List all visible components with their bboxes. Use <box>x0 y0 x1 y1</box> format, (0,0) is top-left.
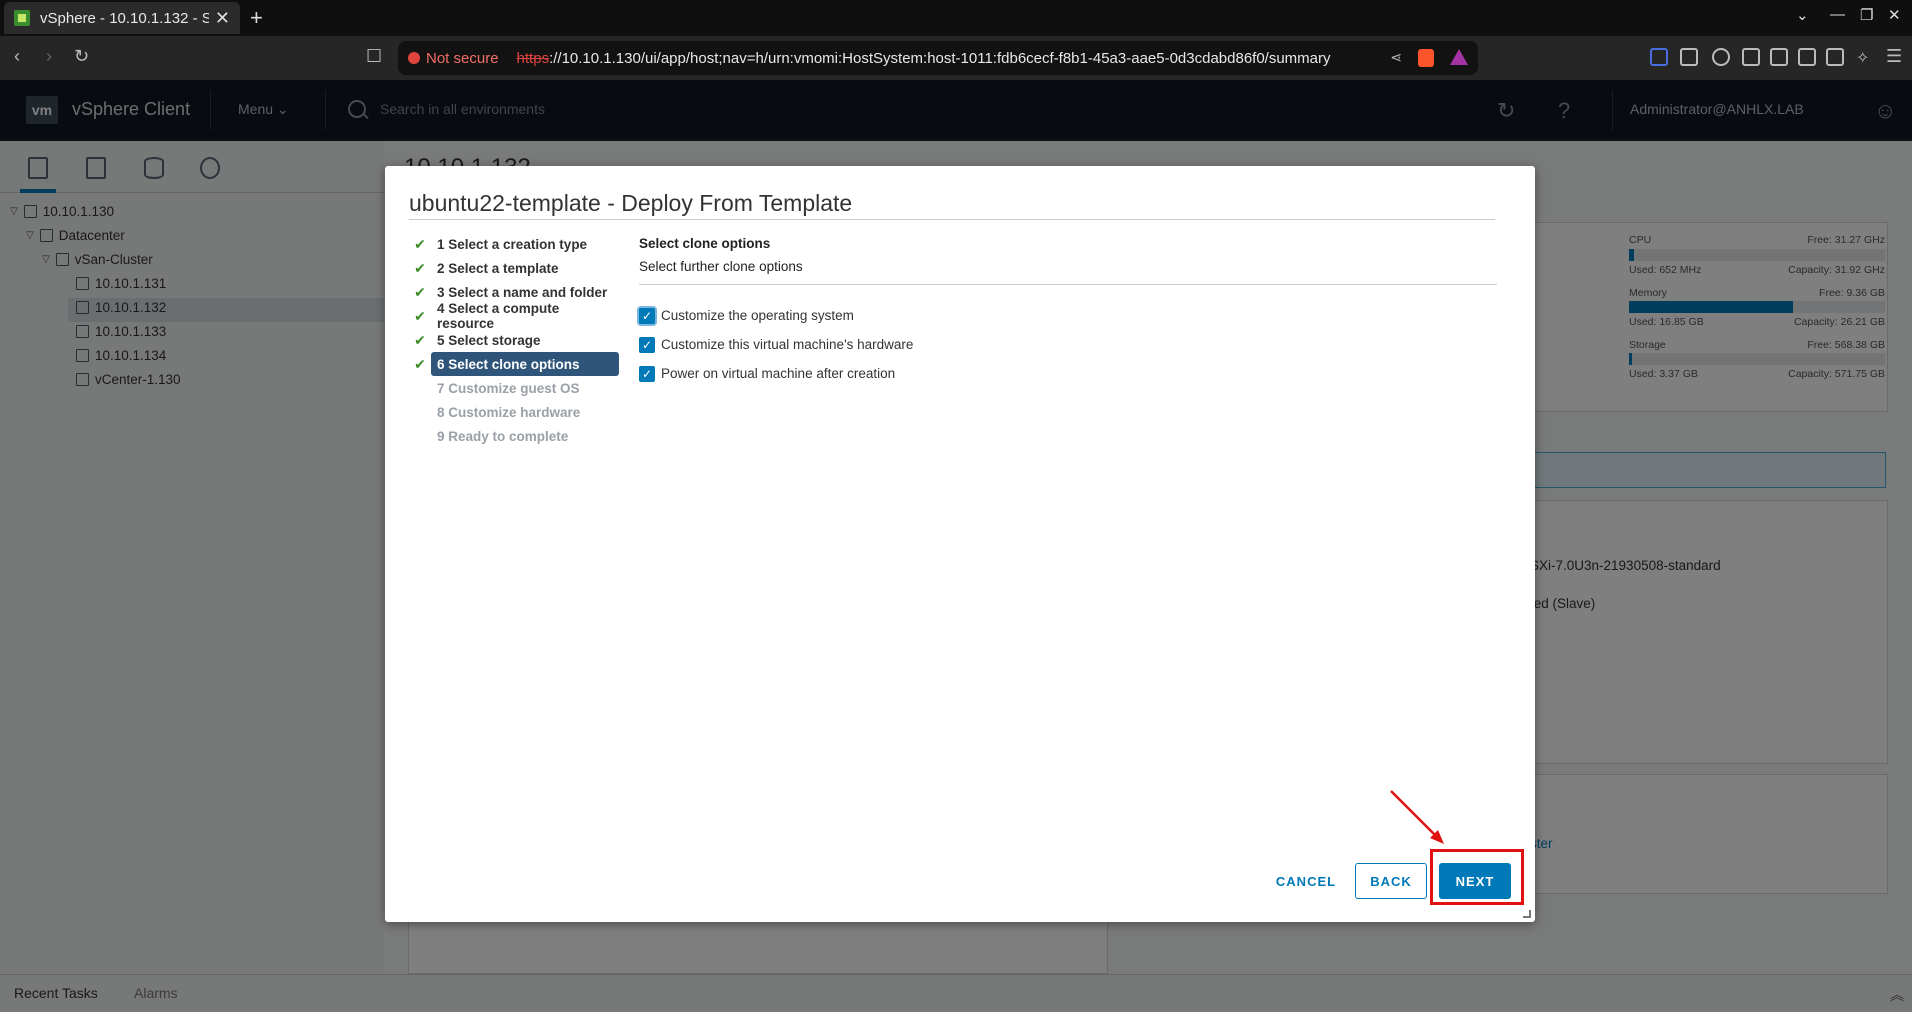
minimize-icon[interactable]: — <box>1830 6 1845 23</box>
customize-hardware-option[interactable]: ✓ Customize this virtual machine's hardwa… <box>639 330 1497 359</box>
address-bar[interactable]: Not secure https ://10.10.1.130/ui/app/h… <box>398 41 1478 75</box>
step-label: 2 Select a template <box>437 260 559 276</box>
customize-hardware-checkbox[interactable]: ✓ <box>639 336 655 353</box>
step-label: 7 Customize guest OS <box>437 380 580 396</box>
maximize-icon[interactable]: ❐ <box>1860 6 1873 24</box>
browser-navbar: ‹ › ↻ ☐ Not secure https ://10.10.1.130/… <box>0 36 1912 80</box>
option-label: Customize this virtual machine's hardwar… <box>661 337 914 352</box>
tab-title: vSphere - 10.10.1.132 - S <box>40 9 209 27</box>
share-icon[interactable]: ⋖ <box>1390 49 1402 67</box>
customize-os-checkbox[interactable]: ✓ <box>639 307 655 324</box>
camera-icon[interactable] <box>1742 48 1760 66</box>
annotation-highlight-box <box>1430 849 1524 905</box>
url-scheme: https <box>516 49 550 67</box>
step-label: 4 Select a compute resource <box>437 301 560 331</box>
checkmark-icon: ✔ <box>414 259 426 276</box>
wizard-step[interactable]: ✔ 2 Select a template <box>409 256 621 280</box>
checkmark-icon: ✔ <box>414 283 426 300</box>
content-subtitle: Select further clone options <box>639 259 803 274</box>
back-button[interactable]: BACK <box>1355 863 1427 899</box>
close-icon[interactable]: ✕ <box>215 8 230 29</box>
window-close-icon[interactable]: ✕ <box>1888 6 1901 24</box>
deploy-from-template-dialog: ubuntu22-template - Deploy From Template… <box>385 166 1535 922</box>
checkmark-icon: ✔ <box>414 235 426 252</box>
option-label: Power on virtual machine after creation <box>661 366 896 381</box>
dialog-title: ubuntu22-template - Deploy From Template <box>409 190 853 216</box>
resize-handle-icon[interactable] <box>1523 910 1531 918</box>
wizard-step: 9 Ready to complete <box>409 424 621 448</box>
customize-os-option[interactable]: ✓ Customize the operating system <box>639 301 1497 330</box>
wizard-step[interactable]: ✔ 5 Select storage <box>409 328 621 352</box>
chevron-down-icon[interactable]: ⌄ <box>1796 6 1809 24</box>
title-divider <box>409 219 1495 220</box>
wizard-step-active[interactable]: ✔ 6 Select clone options <box>409 352 621 376</box>
step-label: 1 Select a creation type <box>437 236 588 252</box>
qr-icon[interactable] <box>1680 48 1698 66</box>
new-tab-icon[interactable]: + <box>250 5 263 31</box>
timer-extension-icon[interactable] <box>1712 48 1730 66</box>
extension-icon[interactable] <box>1650 48 1668 66</box>
step-label: 8 Customize hardware <box>437 404 581 420</box>
cancel-button[interactable]: CANCEL <box>1262 863 1350 899</box>
checkmark-icon: ✔ <box>414 355 426 372</box>
vsphere-favicon-icon <box>14 10 30 26</box>
not-secure-label[interactable]: Not secure <box>426 50 499 67</box>
bookmark-icon[interactable]: ☐ <box>366 46 382 67</box>
reload-icon[interactable]: ↻ <box>74 46 89 67</box>
back-arrow-icon[interactable]: ‹ <box>14 46 20 67</box>
wizard-step[interactable]: ✔ 1 Select a creation type <box>409 232 621 256</box>
content-title: Select clone options <box>639 236 771 251</box>
checkmark-icon: ✔ <box>414 307 426 324</box>
sidebar-icon[interactable] <box>1798 48 1816 66</box>
url-path: ://10.10.1.130/ui/app/host;nav=h/urn:vmo… <box>549 49 1331 67</box>
option-label: Customize the operating system <box>661 308 854 323</box>
checkmark-icon: ✔ <box>414 331 426 348</box>
brave-shields-icon[interactable] <box>1418 49 1434 67</box>
power-on-option[interactable]: ✓ Power on virtual machine after creation <box>639 359 1497 388</box>
browser-tab[interactable]: vSphere - 10.10.1.132 - S ✕ <box>4 2 240 34</box>
hamburger-menu-icon[interactable]: ☰ <box>1886 46 1902 67</box>
step-label: 5 Select storage <box>437 332 541 348</box>
wizard-step: 8 Customize hardware <box>409 400 621 424</box>
brave-rewards-icon[interactable] <box>1450 49 1468 65</box>
step-label: 9 Ready to complete <box>437 428 569 444</box>
wizard-content: Select clone options Select further clon… <box>639 236 1497 388</box>
step-label: 6 Select clone options <box>431 352 619 376</box>
leo-icon[interactable]: ✧ <box>1856 48 1874 67</box>
annotation-arrow-icon <box>1390 790 1444 844</box>
not-secure-icon <box>408 52 420 64</box>
browser-tabbar: vSphere - 10.10.1.132 - S ✕ + ⌄ — ❐ ✕ <box>0 0 1912 36</box>
power-on-checkbox[interactable]: ✓ <box>639 365 655 382</box>
wizard-step[interactable]: ✔ 4 Select a compute resource <box>409 301 621 331</box>
puzzle-icon[interactable] <box>1770 48 1788 66</box>
wizard-steps: ✔ 1 Select a creation type ✔ 2 Select a te… <box>409 232 621 448</box>
wallet-icon[interactable] <box>1826 48 1844 66</box>
forward-arrow-icon[interactable]: › <box>46 46 52 67</box>
wizard-step: 7 Customize guest OS <box>409 376 621 400</box>
